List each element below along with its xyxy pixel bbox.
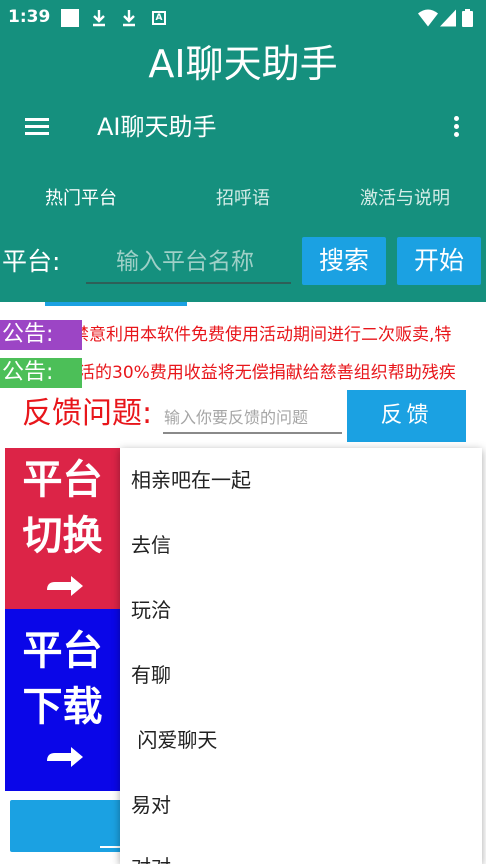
notice-row: 公告: 禁意利用本软件免费使用活动期间进行二次贩卖,特 <box>0 320 486 350</box>
wifi-icon <box>418 9 438 27</box>
notice-text: 禁意利用本软件免费使用活动期间进行二次贩卖,特 <box>82 325 452 345</box>
platform-switch-button[interactable]: 平台 切换 <box>5 448 120 609</box>
platform-label: 平台: <box>2 247 61 276</box>
tab-activation[interactable]: 激活与说明 <box>324 172 486 226</box>
notice-row: 公告: 活的30%费用收益将无偿捐献给慈善组织帮助残疾 <box>0 358 486 388</box>
download-label-line2: 下载 <box>22 684 103 730</box>
notice-text: 活的30%费用收益将无偿捐献给慈善组织帮助残疾 <box>82 363 456 383</box>
notice-text-container: 禁意利用本软件免费使用活动期间进行二次贩卖,特 <box>82 320 486 350</box>
platform-dropdown: 相亲吧在一起 去信 玩洽 有聊 闪爱聊天 易对 对对 <box>120 448 482 864</box>
dropdown-item[interactable]: 去信 <box>131 528 171 562</box>
switch-label-line2: 切换 <box>22 513 103 559</box>
download-label-line1: 平台 <box>22 628 103 674</box>
notice-text-container: 活的30%费用收益将无偿捐献给慈善组织帮助残疾 <box>82 358 486 388</box>
download-icon <box>93 10 105 27</box>
notice-tag: 公告: <box>0 320 82 350</box>
platform-search-input[interactable] <box>86 242 291 284</box>
signal-icon <box>440 9 456 27</box>
hamburger-icon <box>25 118 49 121</box>
arrow-right-icon <box>47 576 83 596</box>
hamburger-icon-bar <box>25 132 49 135</box>
battery-icon <box>462 9 473 27</box>
tab-hot-platforms[interactable]: 热门平台 <box>0 172 162 226</box>
status-time: 1:39 <box>8 7 51 27</box>
more-vertical-icon <box>454 116 459 121</box>
feedback-label: 反馈问题: <box>22 396 153 431</box>
dropdown-item[interactable]: 对对 <box>131 850 171 864</box>
platform-download-button[interactable]: 平台 下载 <box>5 609 120 791</box>
feedback-input[interactable] <box>163 402 342 434</box>
dropdown-item[interactable]: 相亲吧在一起 <box>131 463 251 497</box>
dropdown-item[interactable]: 易对 <box>131 788 171 822</box>
tab-greetings[interactable]: 招呼语 <box>162 172 324 226</box>
app-title: AI聊天助手 <box>148 42 338 86</box>
search-button[interactable]: 搜索 <box>302 237 386 285</box>
a-box-icon: A <box>152 11 166 25</box>
notice-tag: 公告: <box>0 358 82 388</box>
dropdown-item[interactable]: 玩洽 <box>131 593 171 627</box>
start-button[interactable]: 开始 <box>397 237 481 285</box>
dropdown-item[interactable]: 闪爱聊天 <box>131 723 217 757</box>
more-vertical-icon-dot <box>454 124 459 129</box>
dropdown-item[interactable]: 有聊 <box>131 658 171 692</box>
white-square-icon <box>61 9 79 27</box>
download-icon <box>123 10 135 27</box>
more-options-button[interactable] <box>446 112 466 142</box>
hamburger-icon-bar <box>25 125 49 128</box>
menu-button[interactable] <box>22 112 54 142</box>
app-header: AI聊天助手 AI聊天助手 热门平台 招呼语 激活与说明 平台: 搜索 开始 <box>0 34 486 306</box>
toolbar-title: AI聊天助手 <box>97 113 217 141</box>
status-bar: 1:39 A <box>0 0 486 34</box>
feedback-button[interactable]: 反馈 <box>347 390 466 442</box>
more-vertical-icon-dot <box>454 132 459 137</box>
tab-indicator <box>45 302 187 306</box>
switch-label-line1: 平台 <box>22 457 103 503</box>
arrow-right-icon <box>47 747 83 767</box>
